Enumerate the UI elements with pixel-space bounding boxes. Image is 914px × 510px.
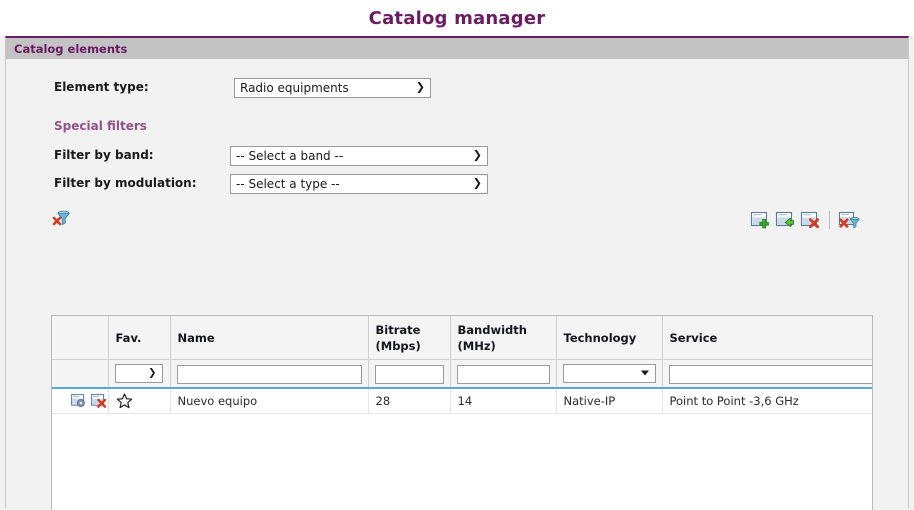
column-header-bitrate-label: Bitrate <box>375 323 421 337</box>
row-name-cell: Nuevo equipo <box>170 387 369 414</box>
special-filters-heading: Special filters <box>54 119 147 133</box>
column-header-bitrate[interactable]: Bitrate (Mbps) <box>368 316 451 360</box>
filter-bandwidth-input[interactable] <box>456 364 550 384</box>
delete-element-icon[interactable] <box>799 209 821 231</box>
filter-technology-select[interactable] <box>562 363 656 383</box>
element-type-select-wrap[interactable]: Radio equipments ❯ <box>234 77 431 98</box>
row-bandwidth-cell: 14 <box>450 387 557 414</box>
filter-by-band-select-wrap[interactable]: -- Select a band -- ❯ <box>230 145 488 166</box>
column-header-technology[interactable]: Technology <box>556 316 663 360</box>
table-header-row: Fav. Name Bitrate (Mbps) Bandwidth (MHz) <box>52 316 872 360</box>
filter-by-modulation-select-wrap[interactable]: -- Select a type -- ❯ <box>230 173 488 194</box>
toolbar-right-group <box>749 209 860 231</box>
row-actions-cell <box>52 387 109 414</box>
filter-by-band-label: Filter by band: <box>54 148 154 162</box>
filter-clear-icon[interactable] <box>51 207 73 229</box>
column-header-bandwidth[interactable]: Bandwidth (MHz) <box>450 316 557 360</box>
element-type-select[interactable]: Radio equipments <box>234 77 431 98</box>
filter-cell-bandwidth <box>450 359 557 389</box>
panel-body: Element type: Radio equipments ❯ Special… <box>6 59 908 510</box>
column-header-name[interactable]: Name <box>170 316 369 360</box>
column-header-service-label: Service <box>669 330 718 345</box>
row-fav-cell[interactable] <box>108 387 171 414</box>
column-header-bandwidth-unit: (MHz) <box>457 339 496 353</box>
filter-by-band-row: Filter by band: -- Select a band -- ❯ <box>54 141 908 169</box>
filter-bitrate-input[interactable] <box>374 364 444 384</box>
filter-cell-technology <box>556 359 663 389</box>
filter-fav-select[interactable]: ❯ <box>114 363 163 383</box>
page-title-bar: Catalog manager <box>0 0 914 36</box>
panel-header: Catalog elements <box>6 38 908 59</box>
column-header-actions <box>52 316 109 360</box>
column-header-bitrate-unit: (Mbps) <box>375 339 421 353</box>
filter-by-modulation-select[interactable]: -- Select a type -- <box>230 173 488 194</box>
table-filter-row: ❯ <box>52 359 872 389</box>
filters-form: Element type: Radio equipments ❯ Special… <box>6 59 908 197</box>
edit-row-icon[interactable] <box>71 393 87 408</box>
favorite-star-icon[interactable] <box>116 392 163 409</box>
filter-cell-actions <box>52 359 109 389</box>
toolbar-left-group <box>51 207 73 232</box>
column-header-bandwidth-label: Bandwidth <box>457 323 527 337</box>
table-row[interactable]: Nuevo equipo 28 14 Native-IP Point to Po… <box>52 387 872 414</box>
filter-service-input[interactable] <box>668 364 872 384</box>
column-header-fav-label: Fav. <box>115 330 142 345</box>
add-element-icon[interactable] <box>749 209 771 231</box>
filter-cell-fav: ❯ <box>108 359 171 389</box>
filter-by-modulation-row: Filter by modulation: -- Select a type -… <box>54 169 908 197</box>
import-element-icon[interactable] <box>774 209 796 231</box>
catalog-elements-panel: Catalog elements Element type: Radio equ… <box>5 36 909 510</box>
catalog-grid: Fav. Name Bitrate (Mbps) Bandwidth (MHz) <box>51 315 873 510</box>
toolbar-divider <box>829 211 830 229</box>
column-header-name-label: Name <box>177 330 215 345</box>
filter-by-band-select[interactable]: -- Select a band -- <box>230 145 488 166</box>
filter-by-modulation-label: Filter by modulation: <box>54 176 197 190</box>
catalog-table: Fav. Name Bitrate (Mbps) Bandwidth (MHz) <box>52 316 872 414</box>
element-type-row: Element type: Radio equipments ❯ <box>54 73 908 101</box>
delete-filtered-icon[interactable] <box>838 209 860 231</box>
filter-cell-service <box>662 359 872 389</box>
row-bitrate-cell: 28 <box>368 387 451 414</box>
filter-cell-name <box>170 359 369 389</box>
column-header-fav[interactable]: Fav. <box>108 316 171 360</box>
column-header-service[interactable]: Service <box>662 316 872 360</box>
catalog-manager-page: Catalog manager Catalog elements Element… <box>0 0 914 510</box>
filter-cell-bitrate <box>368 359 451 389</box>
column-header-technology-label: Technology <box>563 330 637 345</box>
element-type-label: Element type: <box>54 80 149 94</box>
panel-header-title: Catalog elements <box>14 41 128 56</box>
delete-row-icon[interactable] <box>91 393 107 408</box>
chevron-down-icon: ❯ <box>148 367 157 379</box>
row-service-cell: Point to Point -3,6 GHz <box>662 387 872 414</box>
filter-name-input[interactable] <box>176 364 362 384</box>
row-technology-cell: Native-IP <box>556 387 663 414</box>
grid-scroll-viewport: Fav. Name Bitrate (Mbps) Bandwidth (MHz) <box>52 316 872 510</box>
chevron-down-icon <box>640 370 649 376</box>
page-title: Catalog manager <box>368 7 546 29</box>
grid-toolbar <box>6 205 908 239</box>
